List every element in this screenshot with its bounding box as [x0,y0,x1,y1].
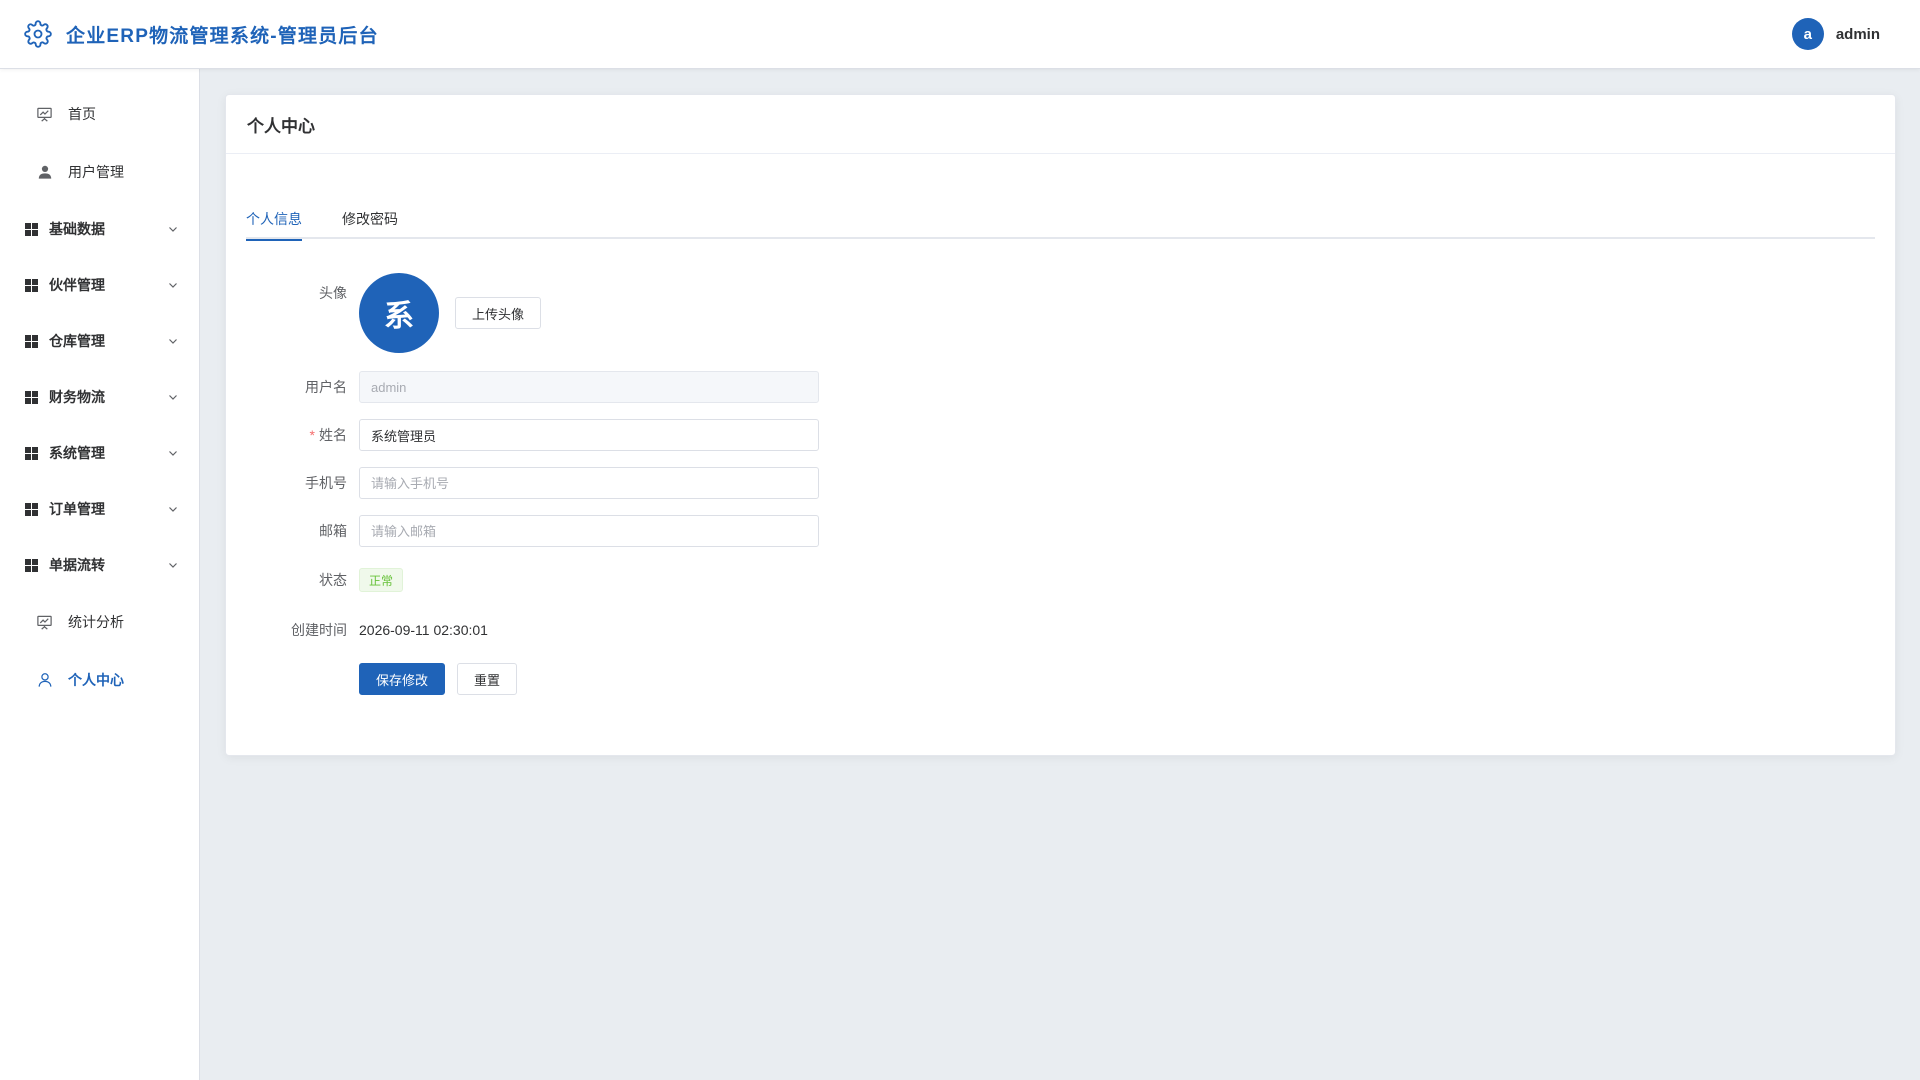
tab-personal-info[interactable]: 个人信息 [246,199,302,241]
grid-icon [25,446,38,460]
sidebar-item-profile[interactable]: 个人中心 [0,651,199,709]
grid-icon [25,278,38,292]
submenu-label: 单据流转 [49,557,105,573]
phone-row: 手机号 [246,467,1875,499]
grid-icon [25,334,38,348]
created-row: 创建时间 2026-09-11 02:30:01 [246,613,1875,647]
sidebar-item-statistics[interactable]: 统计分析 [0,593,199,651]
gear-icon [24,20,52,48]
main-content: 个人中心 个人信息 修改密码 头像 系 上传头像 用户名 *姓名 [200,69,1920,1080]
sidebar-item-label: 统计分析 [68,614,124,630]
username-label: 用户名 [305,379,347,395]
required-mark: * [309,427,315,443]
profile-form: 头像 系 上传头像 用户名 *姓名 手机号 邮箱 [246,273,1875,695]
chevron-down-icon [169,339,177,344]
sidebar-item-home[interactable]: 首页 [0,85,199,143]
chevron-down-icon [169,227,177,232]
page-title: 个人中心 [226,95,1895,154]
phone-label: 手机号 [305,475,347,491]
status-label: 状态 [319,572,347,588]
tab-change-password[interactable]: 修改密码 [342,199,398,239]
reset-button[interactable]: 重置 [457,663,518,695]
sidebar-submenu-documents[interactable]: 单据流转 [0,537,199,593]
grid-icon [25,222,38,236]
submenu-label: 财务物流 [49,389,105,405]
upload-avatar-button[interactable]: 上传头像 [455,297,542,329]
sidebar-item-users[interactable]: 用户管理 [0,143,199,201]
app-title: 企业ERP物流管理系统-管理员后台 [66,25,379,47]
username-field [359,371,819,403]
card-body: 个人信息 修改密码 头像 系 上传头像 用户名 *姓名 手 [226,154,1895,695]
avatar-row: 头像 系 上传头像 [246,273,1875,353]
submenu-label: 伙伴管理 [49,277,105,293]
name-field[interactable] [359,419,819,451]
brand: 企业ERP物流管理系统-管理员后台 [24,20,379,48]
chevron-down-icon [169,395,177,400]
save-button[interactable]: 保存修改 [359,663,446,695]
top-header: 企业ERP物流管理系统-管理员后台 a admin [0,0,1920,69]
email-field[interactable] [359,515,819,547]
chevron-down-icon [169,563,177,568]
phone-field[interactable] [359,467,819,499]
sidebar-item-label: 首页 [68,106,96,122]
avatar[interactable]: a [1791,18,1824,50]
name-row: * 姓名 [246,419,1875,451]
sidebar: 首页 用户管理 基础数据 伙伴管理 仓库管理 财务物流 系统管理 订单管理 单据… [0,69,200,1080]
sidebar-submenu-basic-data[interactable]: 基础数据 [0,201,199,257]
user-icon [36,164,53,181]
sidebar-submenu-finance[interactable]: 财务物流 [0,369,199,425]
form-actions: 保存修改 重置 [246,663,1875,695]
tabs: 个人信息 修改密码 [246,199,1875,241]
presentation-icon [36,614,53,631]
sidebar-item-label: 用户管理 [68,164,124,180]
avatar: 系 [359,273,439,353]
grid-icon [25,502,38,516]
submenu-label: 基础数据 [49,221,105,237]
name-label-text: 姓名 [319,427,347,443]
profile-card: 个人中心 个人信息 修改密码 头像 系 上传头像 用户名 *姓名 [225,94,1896,756]
dashboard-icon [36,106,53,123]
status-badge: 正常 [359,568,404,592]
user-outline-icon [36,672,53,689]
sidebar-submenu-system[interactable]: 系统管理 [0,425,199,481]
sidebar-item-label: 个人中心 [68,672,124,688]
submenu-label: 订单管理 [49,501,105,517]
user-name[interactable]: admin [1836,26,1880,43]
created-label: 创建时间 [291,622,347,638]
sidebar-submenu-partners[interactable]: 伙伴管理 [0,257,199,313]
chevron-down-icon [169,283,177,288]
submenu-label: 仓库管理 [49,333,105,349]
email-label: 邮箱 [319,523,347,539]
chevron-down-icon [169,451,177,456]
chevron-down-icon [169,507,177,512]
submenu-label: 系统管理 [49,445,105,461]
user-menu[interactable]: a admin [1791,18,1880,50]
created-time: 2026-09-11 02:30:01 [359,622,488,638]
grid-icon [25,558,38,572]
username-row: 用户名 [246,371,1875,403]
status-row: 状态 正常 [246,563,1875,597]
grid-icon [25,390,38,404]
sidebar-submenu-orders[interactable]: 订单管理 [0,481,199,537]
email-row: 邮箱 [246,515,1875,547]
name-label: * 姓名 [246,425,359,445]
avatar-label: 头像 [319,285,347,301]
sidebar-submenu-warehouse[interactable]: 仓库管理 [0,313,199,369]
